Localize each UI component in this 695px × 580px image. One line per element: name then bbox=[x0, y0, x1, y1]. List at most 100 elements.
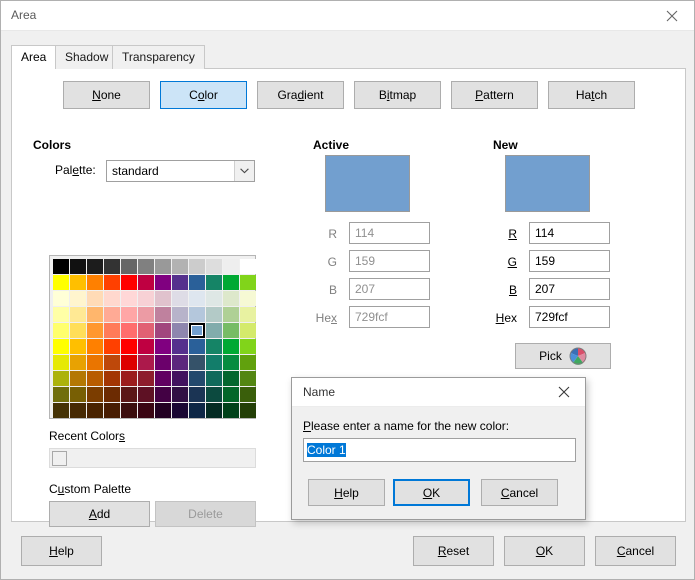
palette-swatch[interactable] bbox=[53, 323, 69, 338]
palette-swatch[interactable] bbox=[70, 339, 86, 354]
palette-swatch[interactable] bbox=[70, 307, 86, 322]
palette-swatch[interactable] bbox=[138, 355, 154, 370]
palette-swatch[interactable] bbox=[70, 355, 86, 370]
palette-swatch[interactable] bbox=[104, 387, 120, 402]
name-dialog-cancel-button[interactable]: Cancel bbox=[481, 479, 558, 506]
palette-swatch[interactable] bbox=[172, 371, 188, 386]
palette-swatch[interactable] bbox=[223, 339, 239, 354]
palette-swatch[interactable] bbox=[155, 259, 171, 274]
palette-swatch[interactable] bbox=[189, 387, 205, 402]
palette-swatch[interactable] bbox=[87, 259, 103, 274]
fill-type-color[interactable]: Color bbox=[160, 81, 247, 109]
palette-swatch[interactable] bbox=[206, 323, 222, 338]
fill-type-pattern[interactable]: Pattern bbox=[451, 81, 538, 109]
palette-swatch[interactable] bbox=[172, 307, 188, 322]
palette-swatch[interactable] bbox=[240, 387, 256, 402]
palette-swatch[interactable] bbox=[70, 291, 86, 306]
palette-swatch[interactable] bbox=[104, 371, 120, 386]
fill-type-bitmap[interactable]: Bitmap bbox=[354, 81, 441, 109]
palette-swatch[interactable] bbox=[223, 259, 239, 274]
fill-type-hatch[interactable]: Hatch bbox=[548, 81, 635, 109]
palette-swatch[interactable] bbox=[172, 355, 188, 370]
palette-swatch[interactable] bbox=[240, 275, 256, 290]
new-g-input[interactable]: 159 bbox=[529, 250, 610, 272]
palette-swatch[interactable] bbox=[104, 307, 120, 322]
palette-swatch[interactable] bbox=[70, 323, 86, 338]
palette-swatch[interactable] bbox=[172, 259, 188, 274]
palette-swatch[interactable] bbox=[53, 291, 69, 306]
palette-swatch[interactable] bbox=[206, 307, 222, 322]
palette-swatch[interactable] bbox=[206, 291, 222, 306]
palette-swatch[interactable] bbox=[189, 291, 205, 306]
palette-swatch[interactable] bbox=[138, 275, 154, 290]
close-icon[interactable] bbox=[649, 1, 694, 30]
palette-swatch[interactable] bbox=[87, 355, 103, 370]
palette-swatch[interactable] bbox=[70, 259, 86, 274]
palette-swatch[interactable] bbox=[121, 371, 137, 386]
palette-swatch[interactable] bbox=[87, 291, 103, 306]
fill-type-gradient[interactable]: Gradient bbox=[257, 81, 344, 109]
palette-swatch[interactable] bbox=[206, 403, 222, 418]
palette-swatch[interactable] bbox=[121, 403, 137, 418]
palette-swatch[interactable] bbox=[121, 387, 137, 402]
palette-swatch[interactable] bbox=[155, 339, 171, 354]
chevron-down-icon[interactable] bbox=[234, 161, 254, 181]
tab-transparency[interactable]: Transparency bbox=[112, 45, 205, 69]
palette-swatch[interactable] bbox=[138, 291, 154, 306]
palette-dropdown[interactable]: standard bbox=[106, 160, 255, 182]
palette-swatch[interactable] bbox=[87, 387, 103, 402]
palette-swatch[interactable] bbox=[138, 259, 154, 274]
palette-swatch[interactable] bbox=[70, 275, 86, 290]
palette-swatch[interactable] bbox=[189, 403, 205, 418]
color-palette-grid[interactable] bbox=[49, 255, 256, 419]
palette-swatch[interactable] bbox=[155, 275, 171, 290]
new-b-input[interactable]: 207 bbox=[529, 278, 610, 300]
palette-swatch[interactable] bbox=[189, 355, 205, 370]
palette-swatch[interactable] bbox=[240, 259, 256, 274]
palette-swatch[interactable] bbox=[206, 371, 222, 386]
palette-swatch[interactable] bbox=[189, 275, 205, 290]
palette-swatch[interactable] bbox=[53, 275, 69, 290]
palette-swatch[interactable] bbox=[53, 371, 69, 386]
palette-swatch[interactable] bbox=[172, 403, 188, 418]
new-hex-input[interactable]: 729fcf bbox=[529, 306, 610, 328]
palette-swatch[interactable] bbox=[223, 403, 239, 418]
palette-swatch[interactable] bbox=[155, 291, 171, 306]
palette-swatch[interactable] bbox=[104, 339, 120, 354]
palette-swatch[interactable] bbox=[121, 307, 137, 322]
palette-swatch[interactable] bbox=[240, 307, 256, 322]
palette-swatch[interactable] bbox=[87, 403, 103, 418]
recent-colors-box[interactable] bbox=[49, 448, 256, 468]
palette-swatch[interactable] bbox=[53, 355, 69, 370]
palette-swatch[interactable] bbox=[104, 323, 120, 338]
palette-swatch[interactable] bbox=[223, 307, 239, 322]
palette-swatch[interactable] bbox=[155, 387, 171, 402]
name-dialog-help-button[interactable]: Help bbox=[308, 479, 385, 506]
palette-swatch[interactable] bbox=[189, 371, 205, 386]
palette-swatch[interactable] bbox=[138, 371, 154, 386]
palette-swatch[interactable] bbox=[223, 275, 239, 290]
palette-swatch[interactable] bbox=[155, 323, 171, 338]
palette-swatch[interactable] bbox=[189, 307, 205, 322]
close-icon[interactable] bbox=[543, 378, 585, 406]
palette-swatch[interactable] bbox=[70, 403, 86, 418]
palette-swatch[interactable] bbox=[87, 275, 103, 290]
palette-swatch[interactable] bbox=[240, 339, 256, 354]
palette-swatch[interactable] bbox=[240, 323, 256, 338]
palette-swatch[interactable] bbox=[104, 291, 120, 306]
palette-swatch[interactable] bbox=[53, 387, 69, 402]
palette-swatch[interactable] bbox=[206, 275, 222, 290]
color-name-input[interactable]: Color 1 bbox=[303, 438, 576, 462]
palette-swatch[interactable] bbox=[87, 339, 103, 354]
pick-color-button[interactable]: Pick bbox=[515, 343, 611, 369]
ok-button[interactable]: OK bbox=[504, 536, 585, 566]
palette-swatch[interactable] bbox=[104, 403, 120, 418]
palette-swatch[interactable] bbox=[240, 291, 256, 306]
palette-swatch[interactable] bbox=[223, 371, 239, 386]
palette-swatch[interactable] bbox=[172, 275, 188, 290]
palette-swatch[interactable] bbox=[138, 387, 154, 402]
palette-swatch[interactable] bbox=[53, 403, 69, 418]
palette-swatch[interactable] bbox=[172, 291, 188, 306]
reset-button[interactable]: Reset bbox=[413, 536, 494, 566]
palette-swatch[interactable] bbox=[189, 323, 205, 338]
